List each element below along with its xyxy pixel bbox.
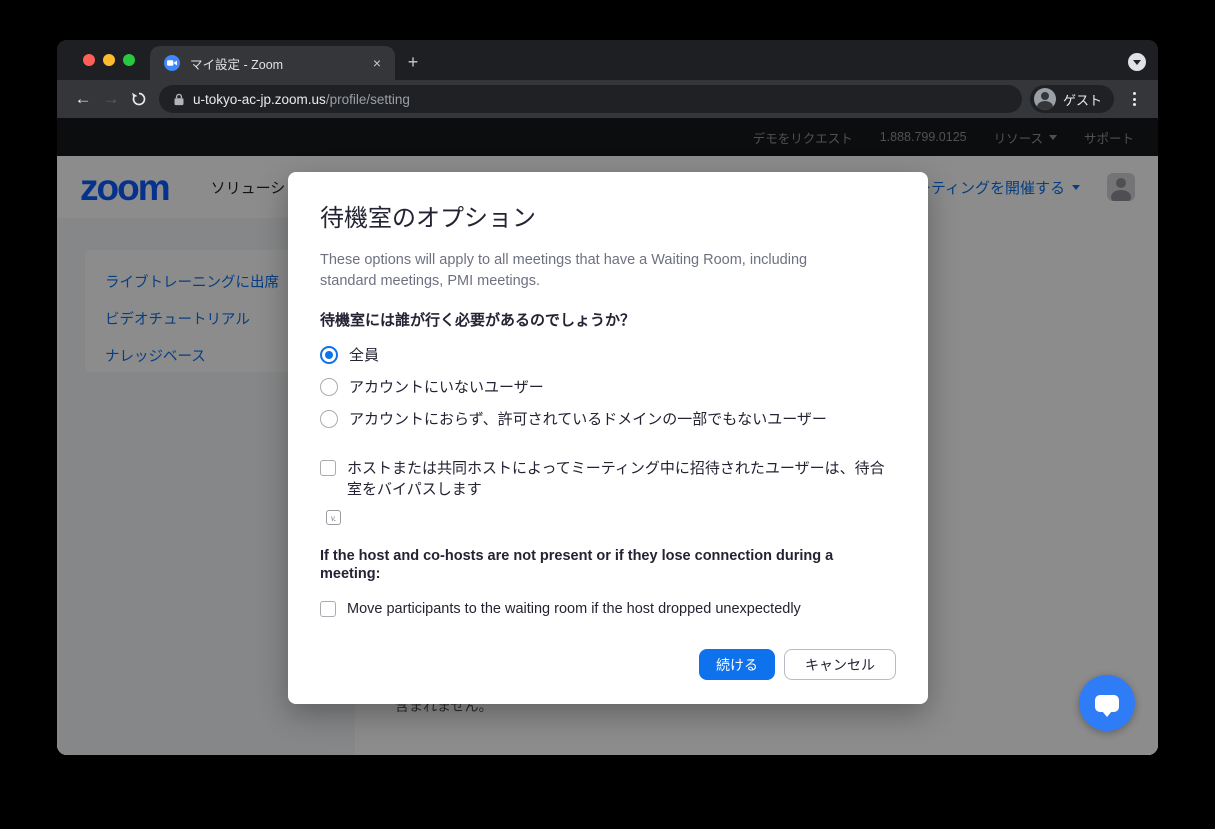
browser-window: マイ設定 - Zoom × + ← → u-tokyo-ac-jp.zoom.u… — [57, 40, 1158, 755]
radio-label: アカウントにおらず、許可されているドメインの一部でもないユーザー — [349, 410, 827, 430]
radio-option-users-not-in-account[interactable]: アカウントにいないユーザー — [320, 378, 896, 398]
chat-widget-button[interactable] — [1079, 675, 1135, 731]
browser-toolbar: ← → u-tokyo-ac-jp.zoom.us/profile/settin… — [57, 80, 1158, 118]
reload-button[interactable] — [125, 85, 153, 113]
radio-option-users-not-in-domain[interactable]: アカウントにおらず、許可されているドメインの一部でもないユーザー — [320, 410, 896, 430]
broken-image-icon: v. — [326, 510, 341, 525]
radio-icon[interactable] — [320, 378, 338, 396]
tab-close-icon[interactable]: × — [369, 54, 385, 72]
screen: マイ設定 - Zoom × + ← → u-tokyo-ac-jp.zoom.u… — [0, 0, 1215, 829]
url-path: /profile/setting — [326, 92, 410, 107]
chat-bubble-icon — [1095, 695, 1119, 712]
traffic-lights — [83, 54, 135, 66]
lock-icon[interactable] — [173, 93, 185, 106]
radio-selected-icon[interactable] — [320, 346, 338, 364]
zoom-window-button[interactable] — [123, 54, 135, 66]
modal-actions: 続ける キャンセル — [699, 649, 896, 680]
chevron-down-icon — [1133, 60, 1141, 65]
profile-button[interactable]: ゲスト — [1030, 85, 1114, 113]
browser-menu-button[interactable] — [1122, 87, 1146, 111]
forward-button[interactable]: → — [97, 85, 125, 113]
continue-button[interactable]: 続ける — [699, 649, 775, 680]
new-tab-button[interactable]: + — [402, 51, 424, 73]
minimize-window-button[interactable] — [103, 54, 115, 66]
checkbox-icon[interactable] — [320, 601, 336, 617]
waiting-room-options-modal: 待機室のオプション These options will apply to al… — [288, 172, 928, 704]
checkbox-label: ホストまたは共同ホストによってミーティング中に招待されたユーザーは、待合室をバイ… — [347, 458, 895, 500]
tab-search-button[interactable] — [1128, 53, 1146, 71]
radio-option-everyone[interactable]: 全員 — [320, 346, 896, 366]
tab-title: マイ設定 - Zoom — [190, 54, 369, 73]
checkbox-move-participants[interactable]: Move participants to the waiting room if… — [320, 599, 896, 619]
radio-label: アカウントにいないユーザー — [349, 378, 544, 398]
guest-label: ゲスト — [1063, 90, 1102, 109]
modal-description: These options will apply to all meetings… — [320, 250, 865, 292]
zoom-favicon-icon — [164, 55, 180, 71]
guest-avatar-icon — [1034, 88, 1056, 110]
radio-label: 全員 — [349, 346, 379, 366]
checkbox-bypass-waiting-room[interactable]: ホストまたは共同ホストによってミーティング中に招待されたユーザーは、待合室をバイ… — [320, 458, 896, 500]
radio-icon[interactable] — [320, 410, 338, 428]
web-page: デモをリクエスト 1.888.799.0125 リソース サポート zoom ソ… — [57, 118, 1158, 755]
waiting-room-question: 待機室には誰が行く必要があるのでしょうか？ — [320, 312, 896, 330]
back-button[interactable]: ← — [69, 85, 97, 113]
close-window-button[interactable] — [83, 54, 95, 66]
cancel-button[interactable]: キャンセル — [784, 649, 896, 680]
url-host: u-tokyo-ac-jp.zoom.us — [193, 92, 326, 107]
checkbox-icon[interactable] — [320, 460, 336, 476]
tab-strip: マイ設定 - Zoom × + — [57, 40, 1158, 80]
url-text: u-tokyo-ac-jp.zoom.us/profile/setting — [193, 92, 410, 107]
address-bar[interactable]: u-tokyo-ac-jp.zoom.us/profile/setting — [159, 85, 1022, 113]
modal-title: 待機室のオプション — [320, 204, 896, 234]
checkbox-label: Move participants to the waiting room if… — [347, 599, 801, 619]
host-absent-heading: If the host and co-hosts are not present… — [320, 547, 896, 583]
browser-tab[interactable]: マイ設定 - Zoom × — [150, 46, 395, 80]
